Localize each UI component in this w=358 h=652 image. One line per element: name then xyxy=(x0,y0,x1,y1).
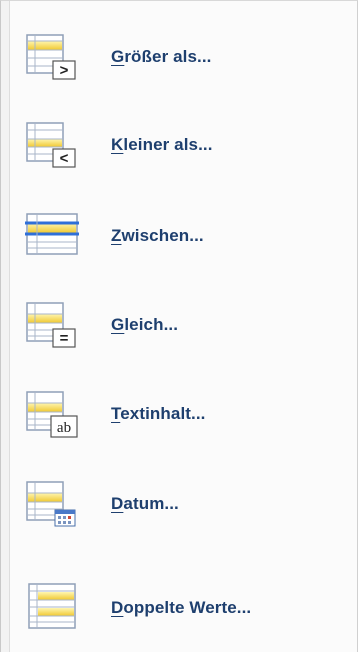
menu-item-label: Datum... xyxy=(111,494,179,513)
menu-item-equal-to[interactable]: = Gleich... xyxy=(21,289,341,361)
hotkey-letter: T xyxy=(111,404,121,423)
hotkey-letter: D xyxy=(111,598,124,617)
less-than-icon: < xyxy=(21,116,87,174)
menu-gutter xyxy=(1,1,10,652)
hotkey-letter: G xyxy=(111,315,125,334)
hotkey-letter: G xyxy=(111,47,125,66)
duplicate-values-icon xyxy=(21,579,87,637)
between-icon xyxy=(21,207,87,265)
date-occurring-icon xyxy=(21,475,87,533)
hotkey-letter: Z xyxy=(111,226,122,245)
equal-symbol: = xyxy=(60,330,69,347)
conditional-format-menu: > Größer als... < Kleiner als... Zwische… xyxy=(0,0,358,652)
menu-item-label: Zwischen... xyxy=(111,226,204,245)
equal-to-icon: = xyxy=(21,296,87,354)
less-symbol: < xyxy=(60,150,69,167)
menu-item-label: Doppelte Werte... xyxy=(111,598,252,617)
menu-item-date-occurring[interactable]: Datum... xyxy=(21,468,341,540)
menu-item-label: Größer als... xyxy=(111,47,212,66)
menu-item-between[interactable]: Zwischen... xyxy=(21,200,341,272)
menu-item-greater-than[interactable]: > Größer als... xyxy=(21,21,341,93)
menu-item-less-than[interactable]: < Kleiner als... xyxy=(21,109,341,181)
hotkey-letter: K xyxy=(111,135,124,154)
menu-item-label: Textinhalt... xyxy=(111,404,206,423)
menu-item-label: Gleich... xyxy=(111,315,179,334)
text-symbol: ab xyxy=(57,420,71,436)
text-contains-icon: ab xyxy=(21,385,87,443)
greater-symbol: > xyxy=(60,62,69,79)
menu-item-text-contains[interactable]: ab Textinhalt... xyxy=(21,378,341,450)
menu-item-duplicate-values[interactable]: Doppelte Werte... xyxy=(21,572,341,644)
hotkey-letter: D xyxy=(111,494,124,513)
greater-than-icon: > xyxy=(21,28,87,86)
menu-item-label: Kleiner als... xyxy=(111,135,213,154)
